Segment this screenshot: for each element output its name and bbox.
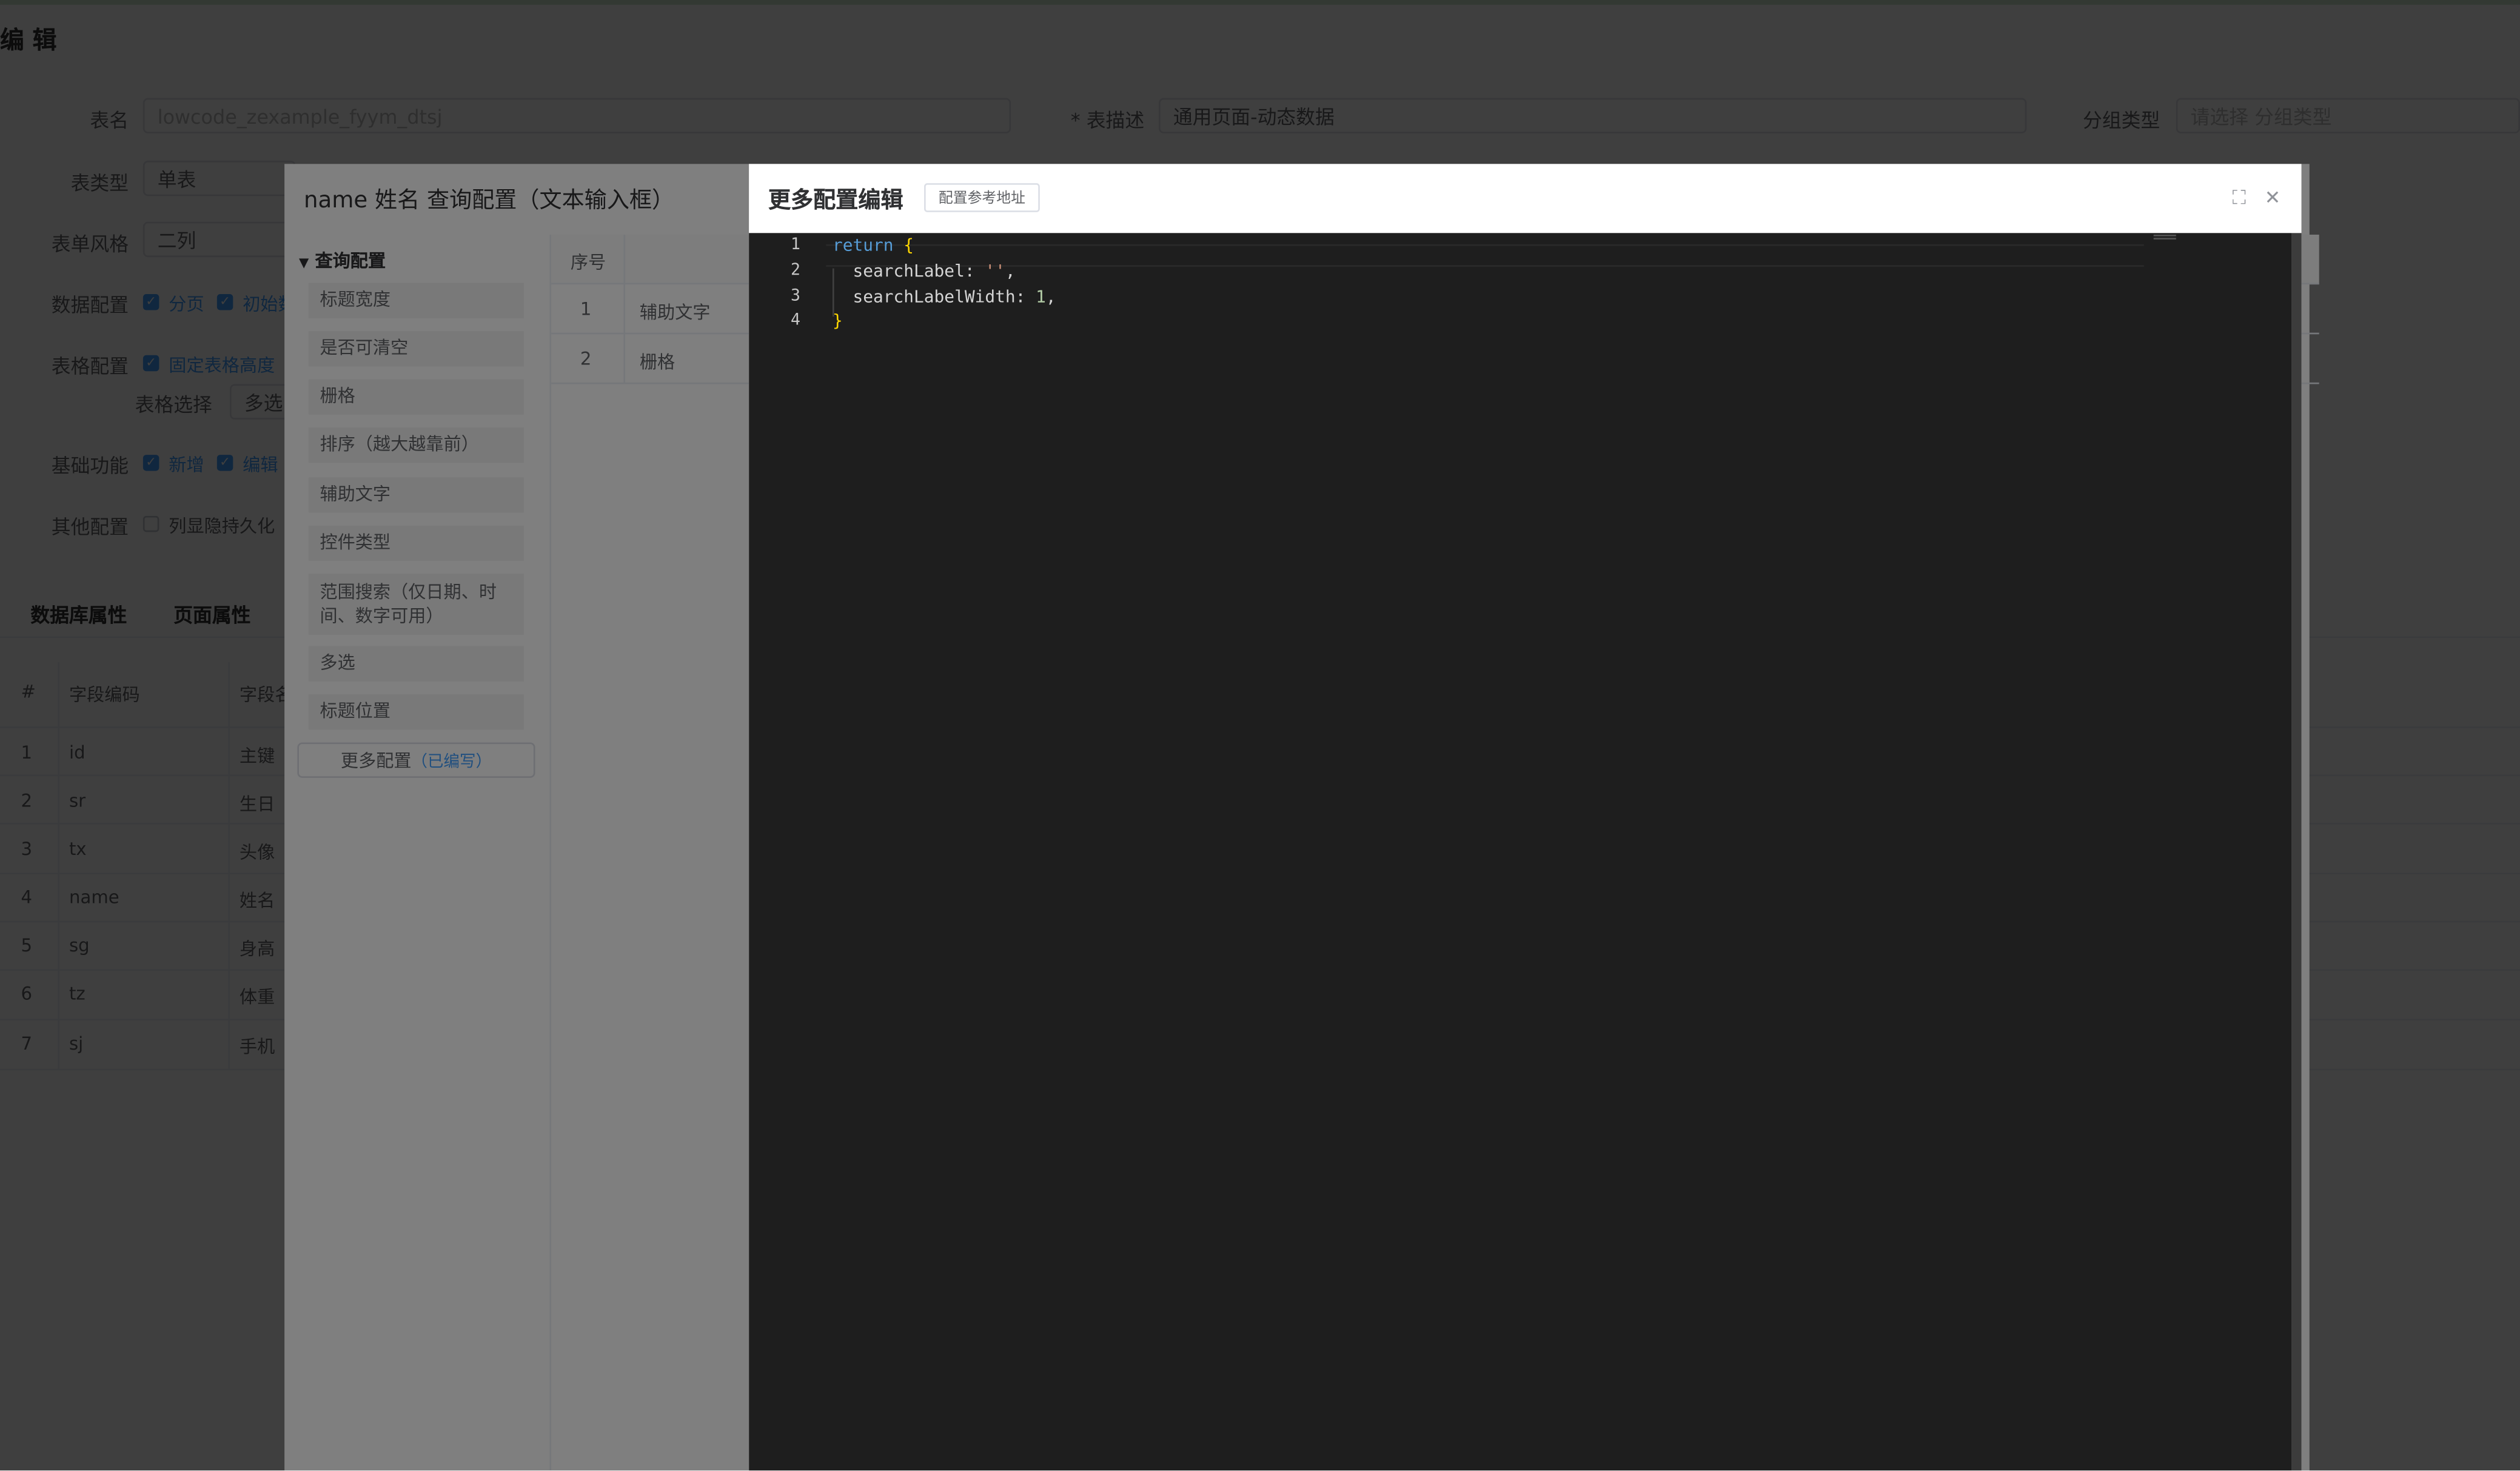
code-editor[interactable]: 1 2 3 4 return { searchLabel: '', search… bbox=[749, 233, 2292, 1471]
more-dialog-title: 更多配置编辑 bbox=[768, 188, 903, 214]
code-line-4: } bbox=[833, 312, 843, 331]
current-line-highlight bbox=[826, 244, 2144, 267]
line-number: 1 bbox=[790, 236, 800, 254]
config-reference-button[interactable]: 配置参考地址 bbox=[924, 183, 1040, 212]
code-comma: , bbox=[1045, 287, 1056, 307]
code-line-1: return { bbox=[833, 236, 914, 256]
code-line-3: searchLabelWidth: 1, bbox=[833, 287, 1056, 307]
line-number: 4 bbox=[790, 312, 800, 330]
keyword-return: return bbox=[832, 236, 894, 256]
code-comma: , bbox=[1005, 262, 1016, 281]
code-key-search-label: searchLabel: bbox=[853, 262, 975, 281]
close-icon[interactable]: ✕ bbox=[2265, 186, 2281, 209]
code-value-number: 1 bbox=[1036, 287, 1046, 307]
editor-scrollbar[interactable] bbox=[2291, 233, 2302, 1471]
more-dialog-header: 更多配置编辑 配置参考地址 ⛶ ✕ bbox=[749, 164, 2301, 231]
close-brace: } bbox=[832, 312, 843, 332]
more-config-dialog: 更多配置编辑 配置参考地址 ⛶ ✕ 1 2 3 4 return { searc… bbox=[749, 164, 2302, 1471]
app-stage: 编 辑 表名 lowcode_zexample_fyym_dtsj * 表描述 … bbox=[0, 0, 2520, 1471]
open-brace: { bbox=[903, 236, 914, 256]
line-number: 2 bbox=[790, 262, 800, 280]
code-line-2: searchLabel: '', bbox=[833, 262, 1016, 281]
editor-minimap[interactable] bbox=[2153, 234, 2176, 240]
code-key-search-label-width: searchLabelWidth: bbox=[853, 287, 1026, 307]
fullscreen-icon[interactable]: ⛶ bbox=[2233, 186, 2246, 210]
line-number: 3 bbox=[790, 287, 800, 306]
code-value-string: '' bbox=[985, 262, 1005, 281]
